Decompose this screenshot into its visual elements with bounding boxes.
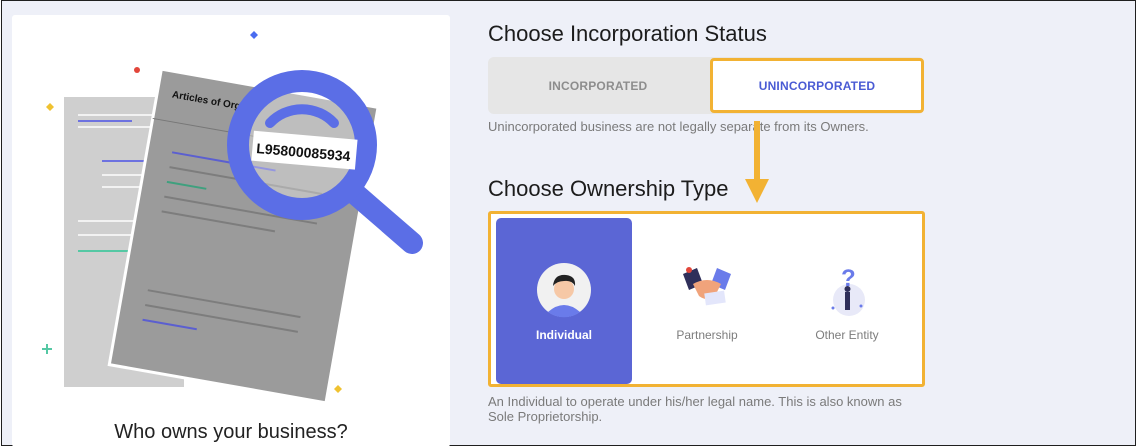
other-entity-label: Other Entity	[815, 328, 879, 342]
illustration-panel: Articles of Org L95800085934 Who owns yo…	[12, 15, 450, 447]
person-avatar-icon	[537, 263, 591, 318]
ownership-type-selector: Individual Partnership ? Other Entity	[488, 211, 925, 387]
dot-red	[134, 67, 140, 73]
unincorporated-option[interactable]: UNINCORPORATED	[710, 58, 924, 113]
ownership-description: An Individual to operate under his/her l…	[488, 394, 902, 424]
ownership-option-other-entity[interactable]: ? Other Entity	[779, 218, 915, 384]
left-panel-title: Who owns your business?	[114, 421, 348, 443]
incorporation-heading: Choose Incorporation Status	[488, 21, 767, 46]
incorporation-description: Unincorporated business are not legally …	[488, 119, 869, 134]
question-entity-icon: ?	[831, 265, 865, 316]
handshake-icon	[683, 267, 731, 306]
ownership-option-partnership[interactable]: Partnership	[639, 218, 775, 384]
sparkle-plus	[42, 344, 52, 354]
incorporated-option[interactable]: INCORPORATED	[488, 57, 708, 114]
sparkle-yellow-top	[46, 103, 54, 111]
individual-label: Individual	[535, 328, 592, 342]
app-frame: Articles of Org L95800085934 Who owns yo…	[1, 0, 1136, 447]
ownership-option-individual[interactable]: Individual	[496, 218, 632, 384]
sparkle-yellow-bottom	[334, 385, 342, 393]
incorporation-toggle: INCORPORATED UNINCORPORATED	[488, 57, 924, 114]
sparkle-blue	[250, 31, 258, 39]
business-documents-illustration: Articles of Org L95800085934	[42, 31, 423, 405]
down-arrow-icon	[745, 121, 769, 203]
partnership-label: Partnership	[676, 328, 738, 342]
ownership-heading: Choose Ownership Type	[488, 176, 729, 201]
